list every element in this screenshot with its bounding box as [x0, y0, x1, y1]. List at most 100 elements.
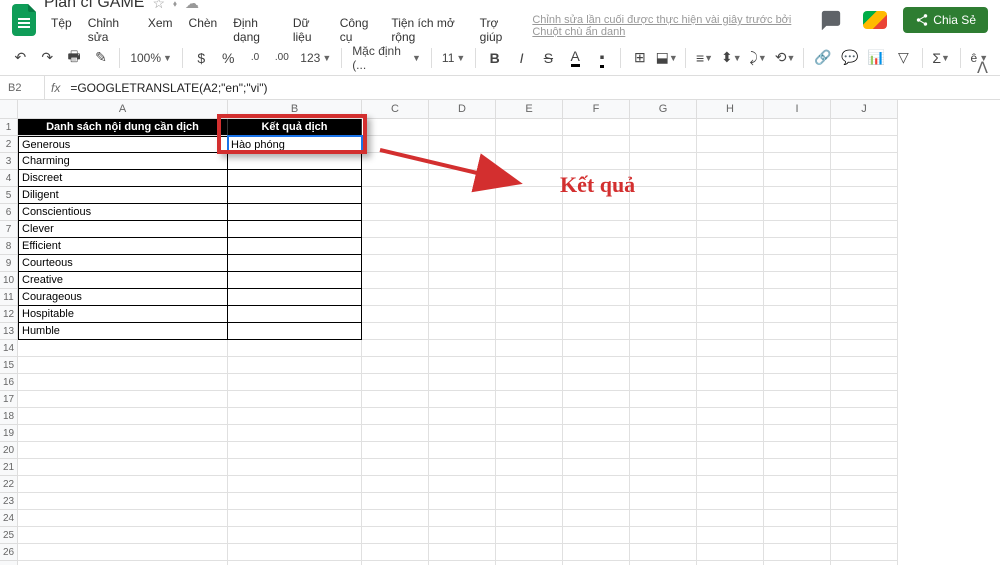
- row-header[interactable]: 14: [0, 340, 18, 357]
- cell[interactable]: [429, 255, 496, 272]
- cell[interactable]: [429, 170, 496, 187]
- cell[interactable]: [18, 459, 228, 476]
- cell[interactable]: [563, 204, 630, 221]
- menu-format[interactable]: Định dạng: [226, 14, 284, 46]
- col-header-e[interactable]: E: [496, 100, 563, 119]
- cell[interactable]: [764, 272, 831, 289]
- row-header[interactable]: 20: [0, 442, 18, 459]
- cell[interactable]: [697, 153, 764, 170]
- cell[interactable]: [697, 340, 764, 357]
- cell[interactable]: [697, 442, 764, 459]
- cell[interactable]: [429, 204, 496, 221]
- cell[interactable]: [697, 306, 764, 323]
- cell[interactable]: [362, 544, 429, 561]
- cell[interactable]: [18, 391, 228, 408]
- cell[interactable]: [697, 187, 764, 204]
- cell[interactable]: [697, 391, 764, 408]
- cell[interactable]: [831, 493, 898, 510]
- align-vert-button[interactable]: ⬍▼: [719, 45, 744, 71]
- cell[interactable]: [764, 391, 831, 408]
- cell[interactable]: [697, 238, 764, 255]
- cell[interactable]: [630, 408, 697, 425]
- cell[interactable]: [630, 187, 697, 204]
- cell[interactable]: [18, 476, 228, 493]
- cell[interactable]: [563, 340, 630, 357]
- cell[interactable]: [630, 119, 697, 136]
- cell[interactable]: [228, 425, 362, 442]
- cell[interactable]: [18, 510, 228, 527]
- cell[interactable]: [496, 187, 563, 204]
- cell[interactable]: [831, 408, 898, 425]
- menu-file[interactable]: Tệp: [44, 14, 79, 46]
- cell[interactable]: [697, 136, 764, 153]
- cell[interactable]: [18, 408, 228, 425]
- cell[interactable]: [429, 306, 496, 323]
- cell[interactable]: [764, 544, 831, 561]
- cell-a10[interactable]: Creative: [18, 272, 228, 289]
- cell[interactable]: [630, 170, 697, 187]
- cell[interactable]: [563, 442, 630, 459]
- cell[interactable]: [496, 289, 563, 306]
- cell[interactable]: [697, 221, 764, 238]
- cell[interactable]: [362, 561, 429, 565]
- cell[interactable]: [764, 425, 831, 442]
- cell[interactable]: [697, 323, 764, 340]
- cell[interactable]: [831, 272, 898, 289]
- cell[interactable]: [831, 476, 898, 493]
- row-header[interactable]: 9: [0, 255, 18, 272]
- cell[interactable]: [429, 493, 496, 510]
- cell[interactable]: [831, 374, 898, 391]
- cell[interactable]: [697, 544, 764, 561]
- cell[interactable]: [764, 493, 831, 510]
- cell[interactable]: [831, 255, 898, 272]
- paint-format-button[interactable]: ✎: [89, 45, 114, 71]
- functions-button[interactable]: Σ▼: [929, 45, 954, 71]
- cell[interactable]: [429, 442, 496, 459]
- cell[interactable]: [429, 544, 496, 561]
- cell-b11[interactable]: [228, 289, 362, 306]
- cell[interactable]: [429, 221, 496, 238]
- link-button[interactable]: 🔗: [810, 45, 835, 71]
- col-header-i[interactable]: I: [764, 100, 831, 119]
- cell[interactable]: [630, 306, 697, 323]
- cell[interactable]: [362, 493, 429, 510]
- borders-button[interactable]: ⊞: [627, 45, 652, 71]
- col-header-g[interactable]: G: [630, 100, 697, 119]
- cell[interactable]: [429, 459, 496, 476]
- cell[interactable]: [764, 476, 831, 493]
- cell[interactable]: [563, 510, 630, 527]
- cell[interactable]: [362, 272, 429, 289]
- cell[interactable]: [764, 442, 831, 459]
- cell[interactable]: [429, 153, 496, 170]
- cell[interactable]: [764, 289, 831, 306]
- cell[interactable]: [831, 391, 898, 408]
- zoom-select[interactable]: 100%▼: [126, 49, 176, 67]
- cell[interactable]: [362, 442, 429, 459]
- cell[interactable]: [764, 408, 831, 425]
- rotate-button[interactable]: ⟲▼: [773, 45, 798, 71]
- cell[interactable]: [496, 136, 563, 153]
- cell[interactable]: [831, 136, 898, 153]
- cell-b8[interactable]: [228, 238, 362, 255]
- bold-button[interactable]: B: [482, 45, 507, 71]
- merge-button[interactable]: ⬓▼: [654, 45, 679, 71]
- cell[interactable]: [18, 493, 228, 510]
- cell[interactable]: [18, 425, 228, 442]
- cell-b5[interactable]: [228, 187, 362, 204]
- cell[interactable]: [563, 493, 630, 510]
- cell[interactable]: [362, 136, 429, 153]
- row-header[interactable]: 5: [0, 187, 18, 204]
- cell[interactable]: [630, 238, 697, 255]
- cell[interactable]: [228, 408, 362, 425]
- cell[interactable]: [228, 391, 362, 408]
- row-header[interactable]: 13: [0, 323, 18, 340]
- cell[interactable]: [563, 425, 630, 442]
- cell[interactable]: [496, 119, 563, 136]
- row-header[interactable]: 25: [0, 527, 18, 544]
- cell[interactable]: [630, 391, 697, 408]
- cell[interactable]: [429, 272, 496, 289]
- cell-a4[interactable]: Discreet: [18, 170, 228, 187]
- cell[interactable]: [563, 153, 630, 170]
- cell[interactable]: [697, 255, 764, 272]
- cell[interactable]: [630, 459, 697, 476]
